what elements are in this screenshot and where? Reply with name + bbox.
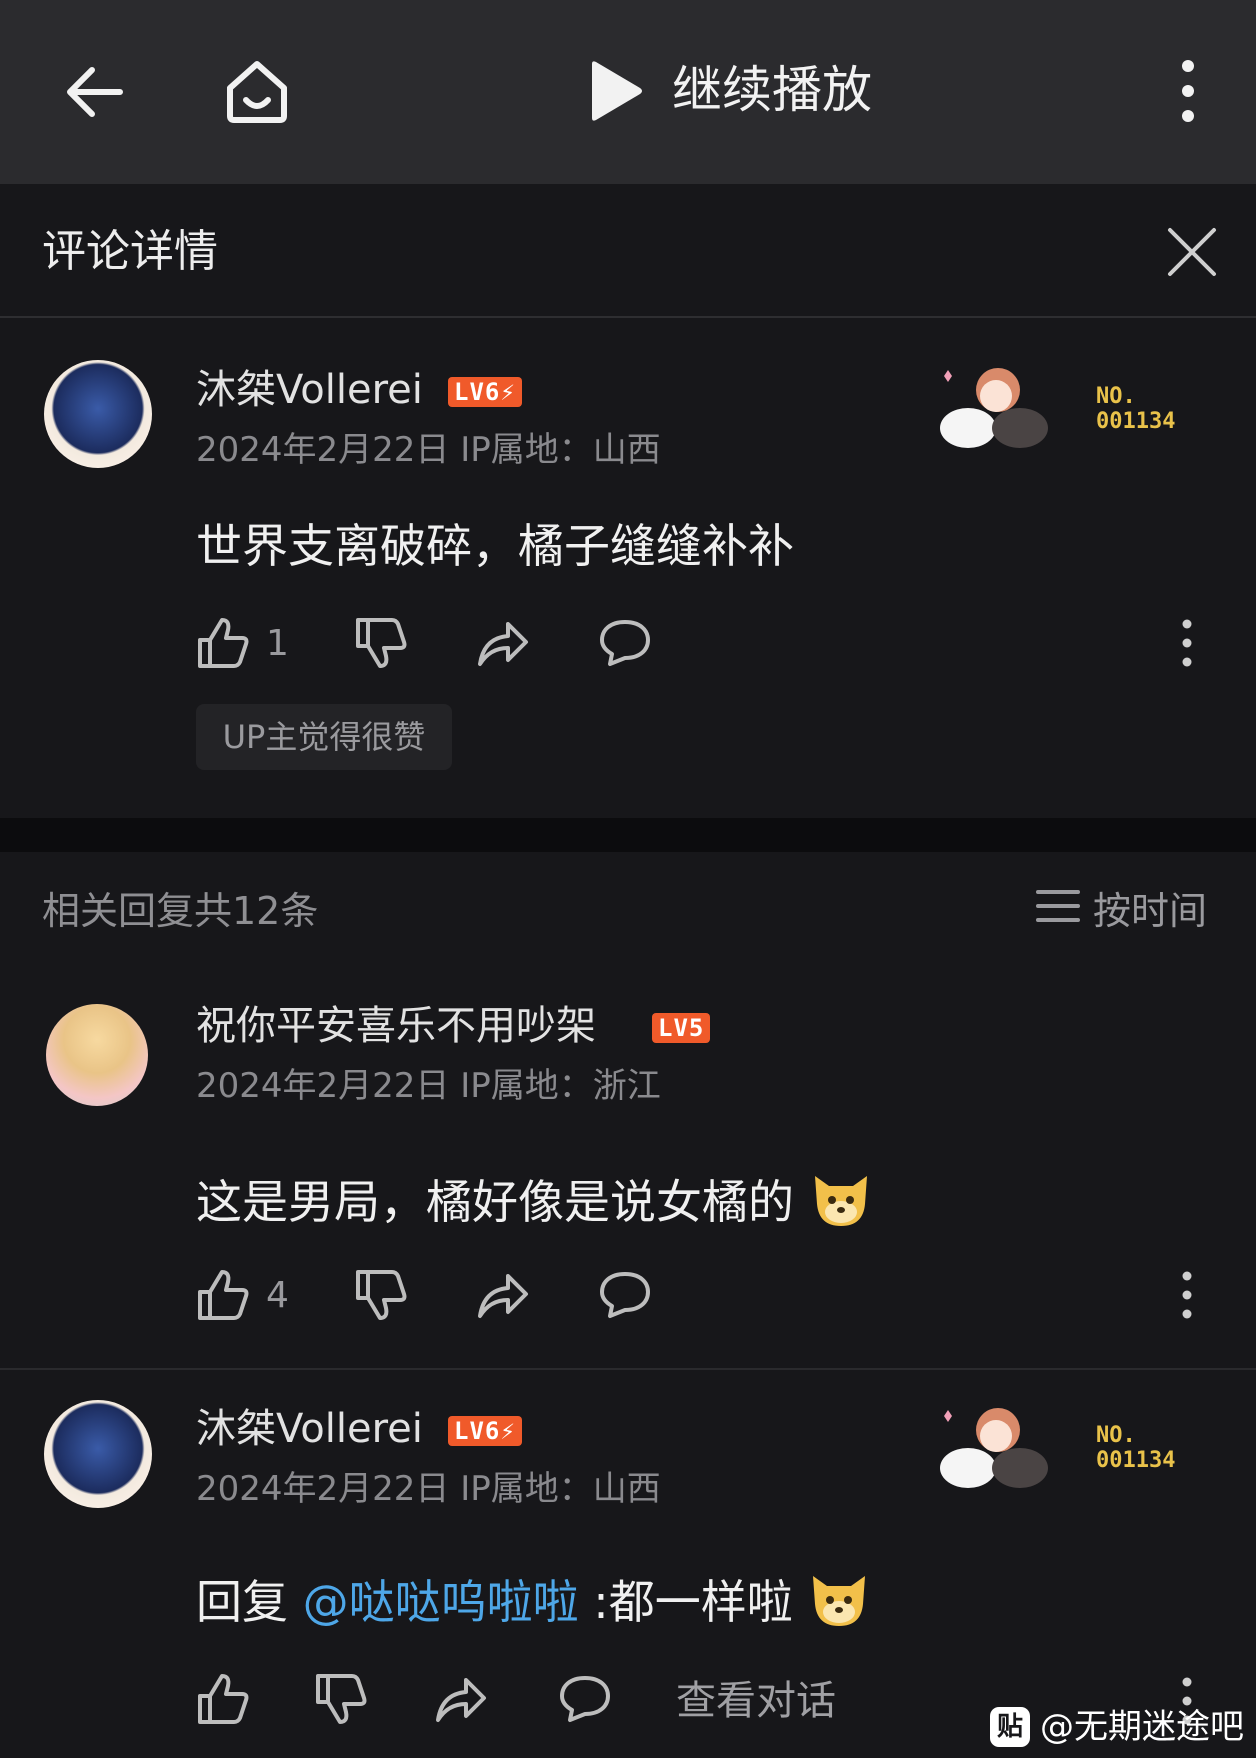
back-arrow-icon[interactable] <box>62 60 126 124</box>
comment-text: 这是男局，橘好像是说女橘的 <box>196 1166 873 1232</box>
watermark: 贴 @无期迷途吧 <box>990 1702 1244 1752</box>
avatar[interactable] <box>44 360 152 468</box>
avatar[interactable] <box>44 1400 152 1508</box>
continue-playing-label[interactable]: 继续播放 <box>672 58 872 122</box>
username[interactable]: 沐桀Vollerei <box>196 1403 423 1455</box>
share-icon[interactable] <box>476 1270 530 1320</box>
reply-prefix: 回复 <box>196 1575 303 1629</box>
username[interactable]: 祝你平安喜乐不用吵架 <box>196 1000 596 1052</box>
dislike-icon[interactable] <box>354 616 408 670</box>
up-liked-badge: UP主觉得很赞 <box>196 704 452 770</box>
fan-decoration-icon <box>940 1408 1048 1488</box>
more-vertical-icon[interactable] <box>1178 1270 1196 1320</box>
comment-text-body: 这是男局，橘好像是说女橘的 <box>196 1175 794 1229</box>
like-icon[interactable] <box>196 1268 250 1322</box>
comment-text-body: :都一样啦 <box>578 1575 793 1629</box>
more-vertical-icon[interactable] <box>1178 618 1196 668</box>
comment-meta: 2024年2月22日 IP属地：山西 <box>196 1469 661 1509</box>
more-vertical-icon[interactable] <box>1176 58 1200 124</box>
replies-count: 相关回复共12条 <box>42 889 319 933</box>
section-divider <box>0 818 1256 852</box>
view-conversation-link[interactable]: 查看对话 <box>676 1675 836 1727</box>
doge-emoji-icon <box>813 1576 866 1626</box>
share-icon[interactable] <box>434 1674 488 1724</box>
sort-by-time[interactable]: 按时间 <box>1093 886 1207 936</box>
sort-lines-icon[interactable] <box>1036 886 1080 926</box>
dislike-icon[interactable] <box>354 1268 408 1322</box>
reply-icon[interactable] <box>598 1270 652 1320</box>
like-icon[interactable] <box>196 616 250 670</box>
fan-number-label: NO. <box>1096 1423 1136 1448</box>
level-badge: LV6⚡ <box>448 377 522 407</box>
reply-icon[interactable] <box>598 618 652 668</box>
like-count: 4 <box>266 1275 289 1316</box>
play-icon[interactable] <box>584 58 644 124</box>
dislike-icon[interactable] <box>314 1672 368 1726</box>
like-icon[interactable] <box>196 1672 250 1726</box>
comment-text: 回复 @哒哒呜啦啦 :都一样啦 <box>196 1566 871 1632</box>
close-icon[interactable] <box>1166 226 1218 278</box>
comment-text: 世界支离破碎，橘子缝缝补补 <box>196 519 794 573</box>
tieba-logo: 贴 <box>990 1707 1030 1747</box>
fan-number: 001134 <box>1096 1448 1176 1473</box>
level-badge: LV6⚡ <box>448 1416 522 1446</box>
fan-number: 001134 <box>1096 409 1176 434</box>
reply-divider <box>0 1368 1256 1370</box>
level-badge: LV5 <box>652 1013 711 1043</box>
mention-link[interactable]: @哒哒呜啦啦 <box>303 1575 579 1629</box>
share-icon[interactable] <box>476 618 530 668</box>
sheet-title: 评论详情 <box>42 226 218 277</box>
doge-emoji-icon <box>814 1176 867 1226</box>
home-icon[interactable] <box>222 56 292 126</box>
top-bar: 继续播放 <box>0 0 1256 184</box>
avatar[interactable] <box>46 1004 148 1106</box>
comment-meta: 2024年2月22日 IP属地：浙江 <box>196 1066 661 1106</box>
like-count: 1 <box>266 623 289 664</box>
watermark-text: @无期迷途吧 <box>1040 1707 1244 1747</box>
fan-decoration-icon <box>940 368 1048 448</box>
comment-meta: 2024年2月22日 IP属地：山西 <box>196 430 661 470</box>
username[interactable]: 沐桀Vollerei <box>196 364 423 416</box>
reply-icon[interactable] <box>558 1674 612 1724</box>
sheet-header: 评论详情 <box>0 184 1256 318</box>
fan-number-label: NO. <box>1096 384 1136 409</box>
